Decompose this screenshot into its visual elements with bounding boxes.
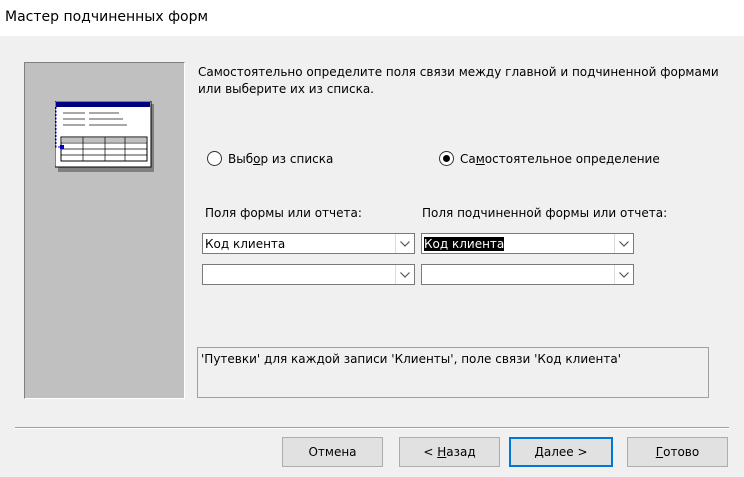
chevron-down-icon[interactable] [614, 234, 633, 253]
radio-circle-selected[interactable] [439, 151, 454, 166]
link-summary-box: 'Путевки' для каждой записи 'Клиенты', п… [197, 347, 709, 398]
next-button[interactable]: Далее > [509, 437, 613, 467]
link-summary-text: 'Путевки' для каждой записи 'Клиенты', п… [201, 352, 621, 366]
back-button[interactable]: < Назад [399, 437, 500, 467]
chevron-down-icon[interactable] [614, 265, 633, 284]
subform-field-combo-2[interactable] [421, 264, 634, 285]
radio-circle[interactable] [207, 151, 222, 166]
illustration-panel [24, 62, 185, 399]
subform-fields-label: Поля подчиненной формы или отчета: [422, 206, 668, 220]
main-field-combo-1-value: Код клиента [205, 236, 286, 251]
radio-label-define-manually: Самостоятельное определение [460, 151, 660, 166]
subform-field-combo-1-value: Код клиента [424, 236, 505, 251]
main-fields-label: Поля формы или отчета: [205, 206, 362, 220]
chevron-down-icon[interactable] [395, 234, 414, 253]
radio-choose-from-list[interactable]: Выбор из списка [207, 151, 333, 166]
finish-button-label: Готово [655, 445, 700, 459]
main-field-combo-1[interactable]: Код клиента [202, 233, 415, 254]
finish-button[interactable]: Готово [627, 437, 728, 467]
subform-illustration-icon [55, 101, 154, 172]
back-button-label: < Назад [423, 445, 476, 459]
radio-define-manually[interactable]: Самостоятельное определение [439, 151, 660, 166]
chevron-down-icon[interactable] [395, 265, 414, 284]
subform-field-combo-1[interactable]: Код клиента [421, 233, 634, 254]
cancel-button[interactable]: Отмена [282, 437, 383, 467]
main-field-combo-2[interactable] [202, 264, 415, 285]
next-button-label: Далее > [534, 445, 588, 459]
instruction-text: Самостоятельно определите поля связи меж… [198, 65, 719, 96]
cancel-button-label: Отмена [308, 445, 357, 459]
window-title: Мастер подчиненных форм [5, 9, 209, 25]
footer-separator [15, 427, 729, 429]
radio-label-choose-from-list: Выбор из списка [228, 151, 334, 166]
title-bar: Мастер подчиненных форм [0, 0, 744, 37]
